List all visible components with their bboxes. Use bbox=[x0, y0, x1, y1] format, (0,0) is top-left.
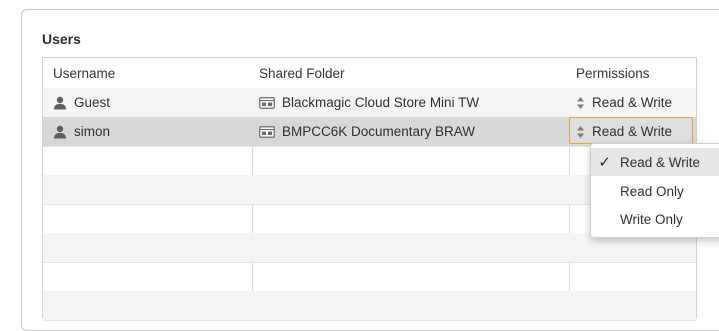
up-down-arrows-icon bbox=[577, 96, 584, 109]
username-cell: simon bbox=[74, 124, 111, 139]
menu-item-read-only[interactable]: Read Only bbox=[591, 177, 719, 205]
shared-folder-icon bbox=[259, 125, 275, 138]
empty-row bbox=[43, 262, 696, 292]
permissions-value: Read & Write bbox=[592, 95, 673, 110]
empty-row bbox=[43, 291, 696, 321]
menu-item-label: Read Only bbox=[620, 183, 684, 199]
column-header-username[interactable]: Username bbox=[53, 58, 115, 88]
section-title: Users bbox=[42, 31, 81, 47]
shared-folder-cell: BMPCC6K Documentary BRAW bbox=[282, 124, 476, 139]
table-row[interactable]: Guest Blackmagic Cloud Store Mini TW Rea… bbox=[43, 88, 696, 118]
column-header-shared-folder[interactable]: Shared Folder bbox=[259, 58, 345, 88]
table-header: Username Shared Folder Permissions bbox=[43, 58, 696, 89]
menu-item-label: Read & Write bbox=[620, 154, 701, 170]
column-header-permissions[interactable]: Permissions bbox=[576, 58, 650, 88]
user-icon bbox=[54, 125, 66, 138]
menu-item-label: Write Only bbox=[620, 211, 683, 227]
up-down-arrows-icon bbox=[577, 125, 584, 138]
checkmark-icon: ✓ bbox=[598, 154, 611, 171]
menu-item-read-write[interactable]: ✓ Read & Write bbox=[591, 148, 719, 176]
permissions-dropdown-menu: ✓ Read & Write Read Only Write Only bbox=[590, 143, 719, 238]
permissions-value: Read & Write bbox=[592, 124, 673, 139]
shared-folder-icon bbox=[259, 96, 275, 109]
shared-folder-cell: Blackmagic Cloud Store Mini TW bbox=[282, 95, 480, 110]
menu-item-write-only[interactable]: Write Only bbox=[591, 205, 719, 233]
username-cell: Guest bbox=[74, 95, 111, 110]
user-icon bbox=[54, 96, 66, 109]
permissions-select[interactable]: Read & Write bbox=[576, 88, 672, 117]
